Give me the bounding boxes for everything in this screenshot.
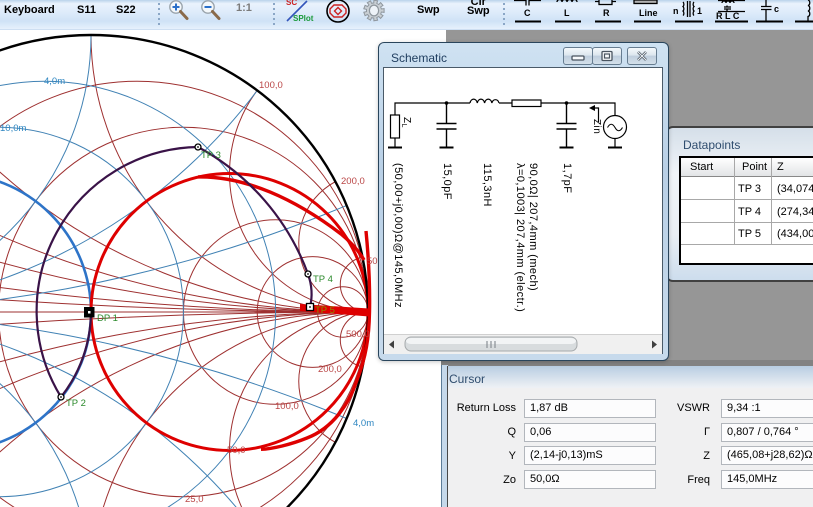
svg-text:SC: SC — [286, 0, 297, 7]
svg-text:c: c — [774, 4, 779, 14]
svg-text:10,0m: 10,0m — [0, 123, 26, 134]
svg-text:200,0: 200,0 — [341, 176, 365, 187]
svg-text:100,0: 100,0 — [259, 80, 283, 91]
svg-text:TP 2: TP 2 — [66, 398, 86, 409]
svg-text:TP 4: TP 4 — [313, 274, 333, 285]
svg-text:n: n — [673, 6, 679, 16]
svg-text:TP 5: TP 5 — [315, 305, 335, 316]
svg-text:SPlot: SPlot — [293, 14, 314, 23]
svg-text:TP 3: TP 3 — [201, 150, 221, 161]
svg-text:4,0m: 4,0m — [44, 76, 65, 87]
svg-text:C: C — [524, 8, 531, 18]
svg-text:4,0m: 4,0m — [353, 418, 374, 429]
svg-text:R L C: R L C — [716, 11, 740, 21]
svg-text:100,0: 100,0 — [275, 401, 299, 412]
svg-text:R: R — [603, 8, 610, 18]
svg-text:DP 1: DP 1 — [97, 313, 118, 324]
svg-text:25,0: 25,0 — [185, 494, 204, 505]
svg-text:50,0: 50,0 — [227, 445, 246, 456]
svg-text:200,0: 200,0 — [318, 364, 342, 375]
svg-text:L: L — [564, 8, 570, 18]
svg-text:1: 1 — [697, 6, 702, 16]
svg-text:Line: Line — [639, 8, 658, 18]
svg-text:500,0: 500,0 — [346, 329, 370, 340]
